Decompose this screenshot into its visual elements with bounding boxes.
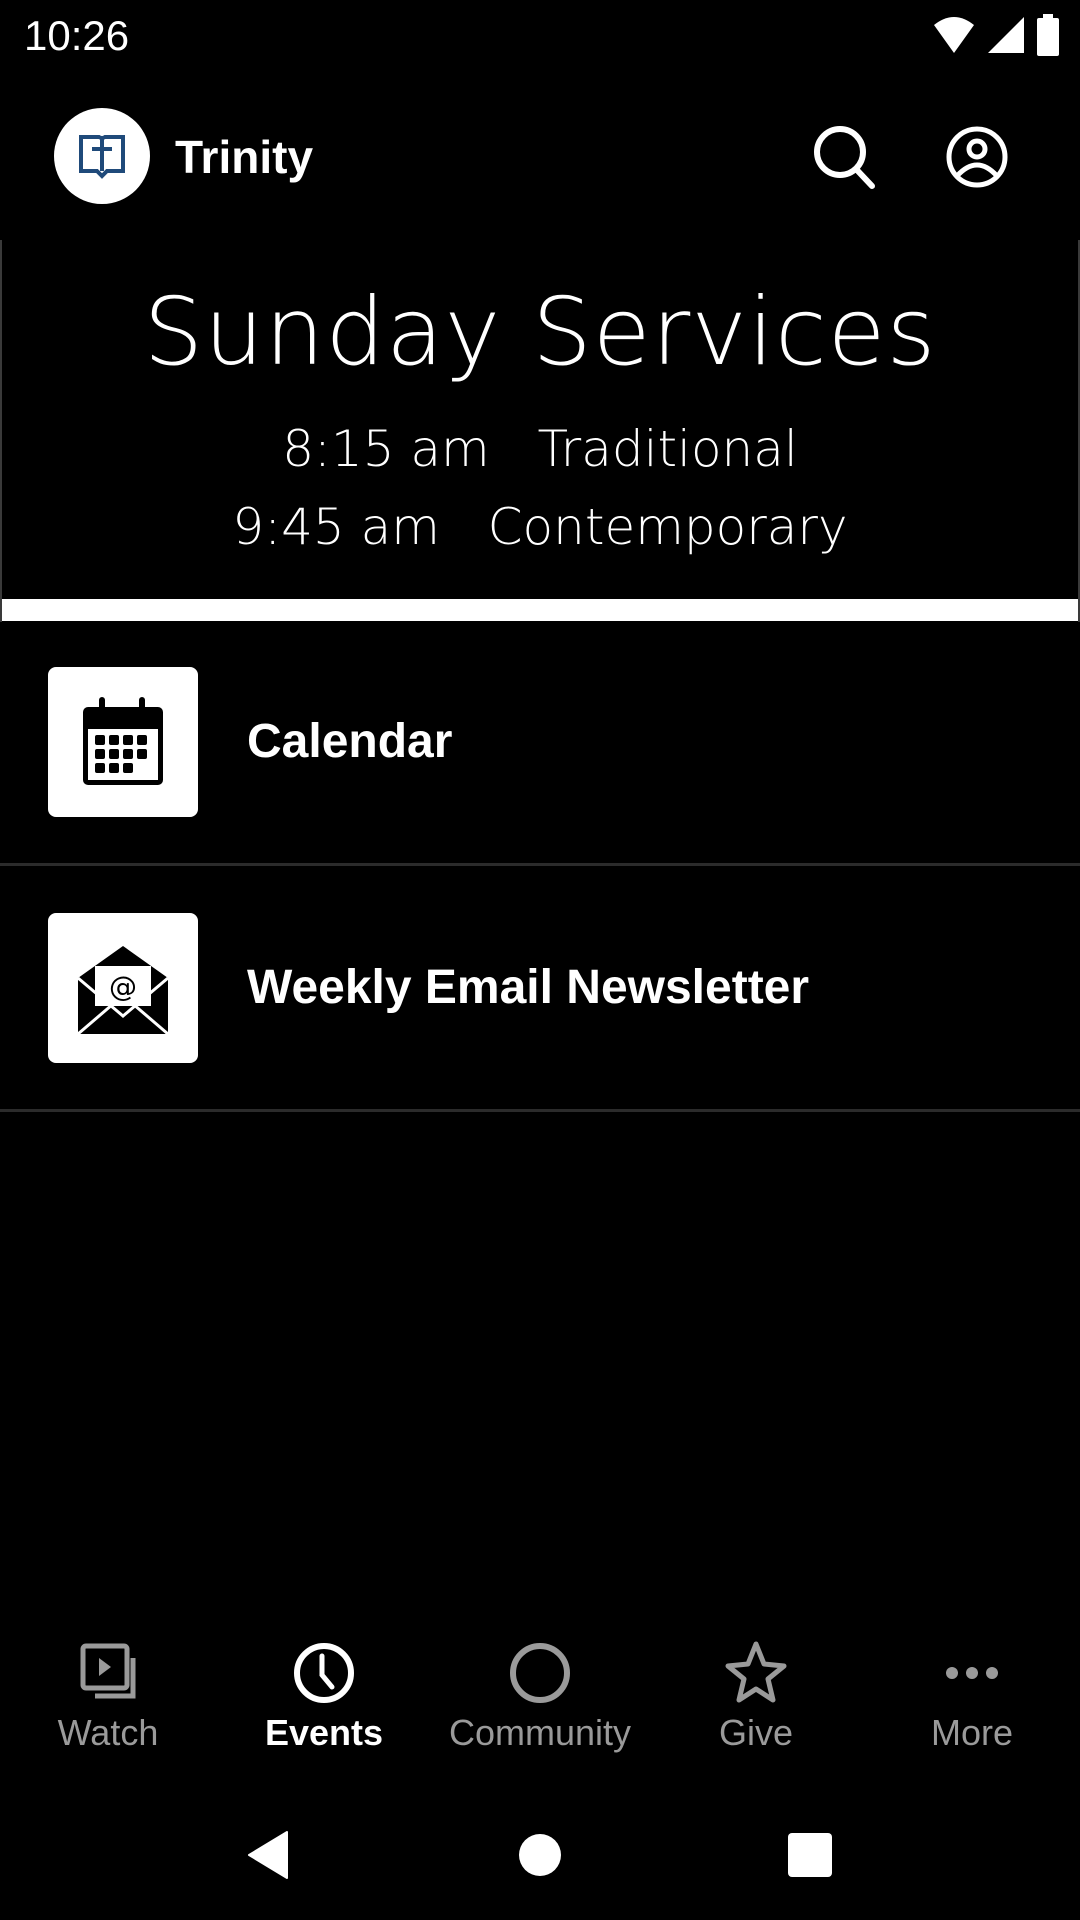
star-icon [725, 1641, 787, 1703]
nav-back-button[interactable] [233, 1820, 303, 1890]
bottom-tab-bar: Watch Events Community Give More [0, 1630, 1080, 1760]
cellular-signal-icon [988, 17, 1024, 53]
app-title: Trinity [175, 131, 314, 183]
list-item-newsletter[interactable]: @ Weekly Email Newsletter [0, 866, 1080, 1112]
svg-text:@: @ [109, 970, 137, 1003]
app-logo[interactable] [54, 108, 150, 204]
sunday-services-banner[interactable]: Sunday Services 8:15 am Traditional 9:45… [0, 240, 1080, 622]
video-library-icon [80, 1643, 136, 1699]
banner-title: Sunday Services [143, 278, 937, 387]
calendar-icon [83, 697, 163, 785]
app-bar: Trinity [0, 100, 1080, 215]
account-circle-icon [946, 126, 1008, 188]
status-bar: 10:26 [0, 0, 1080, 72]
tab-community[interactable]: Community [440, 1630, 640, 1760]
tab-watch[interactable]: Watch [8, 1630, 208, 1760]
profile-button[interactable] [942, 122, 1012, 192]
system-nav-bar [0, 1790, 1080, 1920]
service-time: 8:15 am [282, 420, 490, 478]
circle-icon [510, 1643, 570, 1703]
bible-cross-icon [79, 135, 125, 179]
search-button[interactable] [810, 122, 880, 192]
list-item-calendar[interactable]: Calendar [0, 620, 1080, 866]
clock-icon [294, 1643, 354, 1703]
tab-label: Watch [57, 1712, 159, 1753]
home-icon [519, 1834, 561, 1876]
wifi-icon [934, 17, 974, 53]
status-icons [932, 14, 1060, 56]
email-envelope-icon: @ [77, 946, 169, 1036]
list-item-label: Weekly Email Newsletter [247, 961, 810, 1014]
back-icon [248, 1831, 288, 1879]
banner-divider [2, 599, 1078, 621]
service-time-row: 8:15 am Traditional [2, 420, 1078, 478]
newsletter-thumbnail: @ [48, 913, 198, 1063]
tab-give[interactable]: Give [656, 1630, 856, 1760]
list-item-label: Calendar [247, 715, 453, 768]
more-horizontal-icon [946, 1667, 998, 1679]
service-name: Contemporary [487, 498, 848, 556]
nav-recents-button[interactable] [775, 1820, 845, 1890]
tab-label: Events [264, 1712, 384, 1753]
battery-icon [1037, 14, 1059, 56]
service-time: 9:45 am [232, 498, 440, 556]
tab-label: More [930, 1712, 1014, 1753]
tab-label: Give [718, 1712, 794, 1753]
calendar-thumbnail [48, 667, 198, 817]
status-time: 10:26 [24, 12, 130, 59]
tab-label: Community [448, 1712, 632, 1753]
tab-events[interactable]: Events [224, 1630, 424, 1760]
tab-more[interactable]: More [872, 1630, 1072, 1760]
recents-icon [788, 1833, 832, 1877]
nav-home-button[interactable] [505, 1820, 575, 1890]
service-time-row: 9:45 am Contemporary [2, 498, 1078, 556]
search-icon [814, 126, 875, 189]
service-name: Traditional [537, 420, 798, 478]
